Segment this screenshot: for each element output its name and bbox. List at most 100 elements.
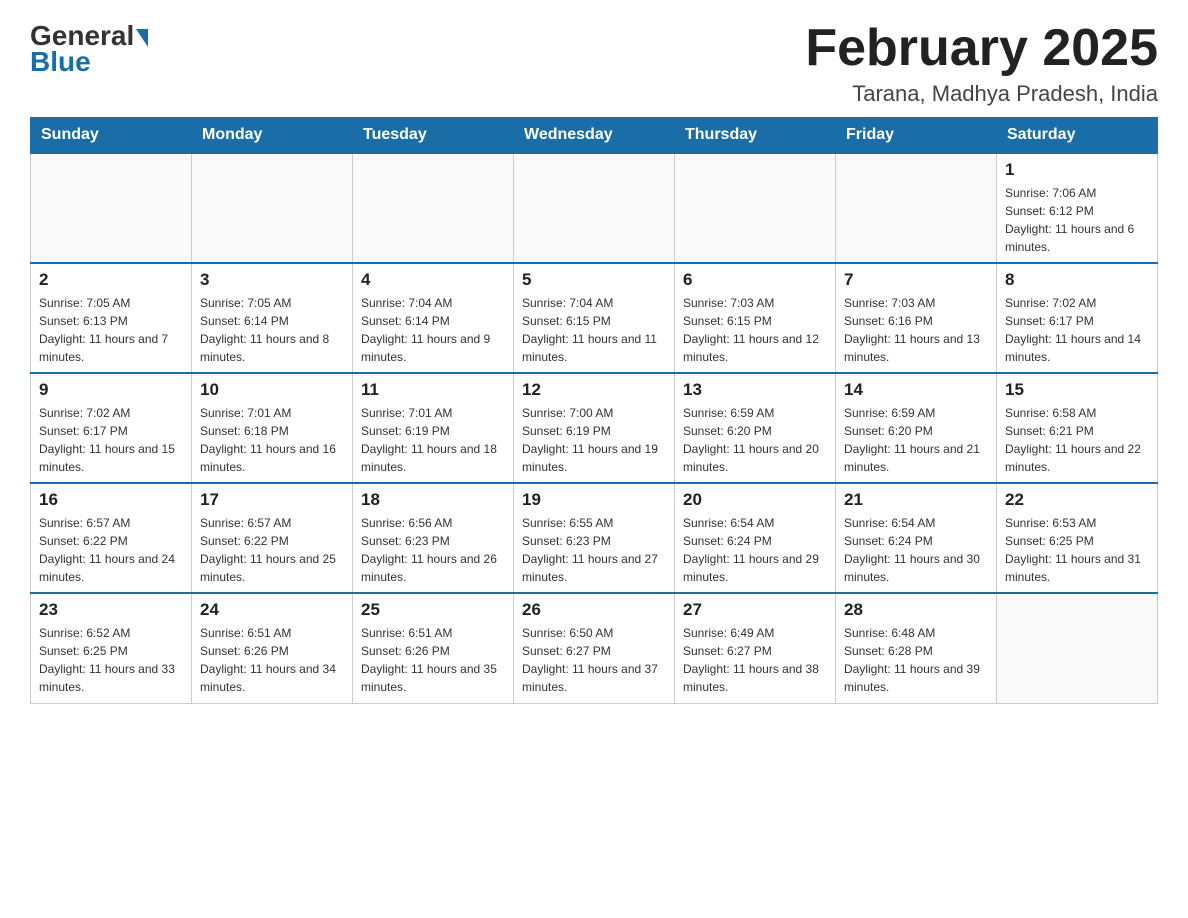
day-info: Sunrise: 6:48 AMSunset: 6:28 PMDaylight:… <box>844 624 988 696</box>
day-number: 15 <box>1005 380 1149 400</box>
day-info: Sunrise: 7:02 AMSunset: 6:17 PMDaylight:… <box>39 404 183 476</box>
calendar-cell: 25 Sunrise: 6:51 AMSunset: 6:26 PMDayligh… <box>353 593 514 703</box>
calendar-cell: 6 Sunrise: 7:03 AMSunset: 6:15 PMDaylight… <box>675 263 836 373</box>
day-number: 18 <box>361 490 505 510</box>
calendar-day-header: Wednesday <box>514 118 675 154</box>
day-number: 19 <box>522 490 666 510</box>
calendar-cell: 12 Sunrise: 7:00 AMSunset: 6:19 PMDayligh… <box>514 373 675 483</box>
calendar-week-row: 9 Sunrise: 7:02 AMSunset: 6:17 PMDaylight… <box>31 373 1158 483</box>
day-info: Sunrise: 6:57 AMSunset: 6:22 PMDaylight:… <box>200 514 344 586</box>
day-number: 13 <box>683 380 827 400</box>
day-number: 16 <box>39 490 183 510</box>
day-number: 25 <box>361 600 505 620</box>
day-info: Sunrise: 6:59 AMSunset: 6:20 PMDaylight:… <box>683 404 827 476</box>
day-info: Sunrise: 7:03 AMSunset: 6:16 PMDaylight:… <box>844 294 988 366</box>
calendar-cell: 28 Sunrise: 6:48 AMSunset: 6:28 PMDayligh… <box>836 593 997 703</box>
calendar-cell: 4 Sunrise: 7:04 AMSunset: 6:14 PMDaylight… <box>353 263 514 373</box>
calendar-cell: 21 Sunrise: 6:54 AMSunset: 6:24 PMDayligh… <box>836 483 997 593</box>
calendar-cell: 17 Sunrise: 6:57 AMSunset: 6:22 PMDayligh… <box>192 483 353 593</box>
day-number: 22 <box>1005 490 1149 510</box>
day-info: Sunrise: 6:52 AMSunset: 6:25 PMDaylight:… <box>39 624 183 696</box>
calendar-day-header: Thursday <box>675 118 836 154</box>
day-number: 8 <box>1005 270 1149 290</box>
day-info: Sunrise: 7:01 AMSunset: 6:18 PMDaylight:… <box>200 404 344 476</box>
calendar-week-row: 16 Sunrise: 6:57 AMSunset: 6:22 PMDayligh… <box>31 483 1158 593</box>
day-info: Sunrise: 6:51 AMSunset: 6:26 PMDaylight:… <box>200 624 344 696</box>
calendar-header-row: SundayMondayTuesdayWednesdayThursdayFrid… <box>31 118 1158 154</box>
day-number: 7 <box>844 270 988 290</box>
day-number: 26 <box>522 600 666 620</box>
day-number: 11 <box>361 380 505 400</box>
calendar-cell: 13 Sunrise: 6:59 AMSunset: 6:20 PMDayligh… <box>675 373 836 483</box>
day-info: Sunrise: 6:56 AMSunset: 6:23 PMDaylight:… <box>361 514 505 586</box>
calendar-cell: 20Sunrise: 6:54 AMSunset: 6:24 PMDayligh… <box>675 483 836 593</box>
calendar-cell: 1Sunrise: 7:06 AMSunset: 6:12 PMDaylight… <box>997 153 1158 263</box>
calendar-day-header: Sunday <box>31 118 192 154</box>
calendar-cell: 11 Sunrise: 7:01 AMSunset: 6:19 PMDayligh… <box>353 373 514 483</box>
calendar-cell: 5 Sunrise: 7:04 AMSunset: 6:15 PMDaylight… <box>514 263 675 373</box>
day-info: Sunrise: 6:57 AMSunset: 6:22 PMDaylight:… <box>39 514 183 586</box>
calendar-day-header: Tuesday <box>353 118 514 154</box>
day-number: 12 <box>522 380 666 400</box>
calendar-week-row: 1Sunrise: 7:06 AMSunset: 6:12 PMDaylight… <box>31 153 1158 263</box>
calendar-cell <box>675 153 836 263</box>
day-number: 3 <box>200 270 344 290</box>
day-info: Sunrise: 7:05 AMSunset: 6:13 PMDaylight:… <box>39 294 183 366</box>
day-number: 20 <box>683 490 827 510</box>
calendar-cell: 9 Sunrise: 7:02 AMSunset: 6:17 PMDaylight… <box>31 373 192 483</box>
day-info: Sunrise: 6:49 AMSunset: 6:27 PMDaylight:… <box>683 624 827 696</box>
calendar-day-header: Monday <box>192 118 353 154</box>
day-number: 23 <box>39 600 183 620</box>
logo-arrow-icon <box>136 29 148 47</box>
calendar-cell: 16 Sunrise: 6:57 AMSunset: 6:22 PMDayligh… <box>31 483 192 593</box>
day-info: Sunrise: 6:58 AMSunset: 6:21 PMDaylight:… <box>1005 404 1149 476</box>
calendar-cell <box>997 593 1158 703</box>
day-number: 5 <box>522 270 666 290</box>
calendar-cell: 15 Sunrise: 6:58 AMSunset: 6:21 PMDayligh… <box>997 373 1158 483</box>
day-info: Sunrise: 7:03 AMSunset: 6:15 PMDaylight:… <box>683 294 827 366</box>
calendar-cell: 18 Sunrise: 6:56 AMSunset: 6:23 PMDayligh… <box>353 483 514 593</box>
day-info: Sunrise: 6:50 AMSunset: 6:27 PMDaylight:… <box>522 624 666 696</box>
calendar-cell <box>836 153 997 263</box>
calendar-day-header: Friday <box>836 118 997 154</box>
calendar-week-row: 2 Sunrise: 7:05 AMSunset: 6:13 PMDaylight… <box>31 263 1158 373</box>
day-number: 24 <box>200 600 344 620</box>
title-area: February 2025 Tarana, Madhya Pradesh, In… <box>805 20 1158 107</box>
day-number: 14 <box>844 380 988 400</box>
day-number: 4 <box>361 270 505 290</box>
calendar-cell: 24 Sunrise: 6:51 AMSunset: 6:26 PMDayligh… <box>192 593 353 703</box>
calendar-cell: 7 Sunrise: 7:03 AMSunset: 6:16 PMDaylight… <box>836 263 997 373</box>
logo-blue-text: Blue <box>30 46 91 78</box>
location-subtitle: Tarana, Madhya Pradesh, India <box>805 81 1158 107</box>
day-info: Sunrise: 6:54 AMSunset: 6:24 PMDaylight:… <box>844 514 988 586</box>
day-number: 28 <box>844 600 988 620</box>
day-number: 9 <box>39 380 183 400</box>
calendar-week-row: 23 Sunrise: 6:52 AMSunset: 6:25 PMDayligh… <box>31 593 1158 703</box>
calendar-cell: 22Sunrise: 6:53 AMSunset: 6:25 PMDayligh… <box>997 483 1158 593</box>
calendar-cell: 27Sunrise: 6:49 AMSunset: 6:27 PMDayligh… <box>675 593 836 703</box>
day-info: Sunrise: 6:51 AMSunset: 6:26 PMDaylight:… <box>361 624 505 696</box>
day-number: 21 <box>844 490 988 510</box>
calendar-cell <box>514 153 675 263</box>
day-info: Sunrise: 7:04 AMSunset: 6:14 PMDaylight:… <box>361 294 505 366</box>
calendar-cell <box>353 153 514 263</box>
calendar-title: February 2025 <box>805 20 1158 77</box>
calendar-day-header: Saturday <box>997 118 1158 154</box>
day-info: Sunrise: 6:55 AMSunset: 6:23 PMDaylight:… <box>522 514 666 586</box>
day-info: Sunrise: 7:01 AMSunset: 6:19 PMDaylight:… <box>361 404 505 476</box>
day-number: 6 <box>683 270 827 290</box>
calendar-table: SundayMondayTuesdayWednesdayThursdayFrid… <box>30 117 1158 704</box>
day-info: Sunrise: 7:06 AMSunset: 6:12 PMDaylight:… <box>1005 184 1149 256</box>
page-header: General Blue February 2025 Tarana, Madhy… <box>30 20 1158 107</box>
calendar-cell: 26 Sunrise: 6:50 AMSunset: 6:27 PMDayligh… <box>514 593 675 703</box>
day-number: 10 <box>200 380 344 400</box>
day-info: Sunrise: 7:00 AMSunset: 6:19 PMDaylight:… <box>522 404 666 476</box>
day-number: 17 <box>200 490 344 510</box>
logo: General Blue <box>30 20 148 78</box>
calendar-cell <box>31 153 192 263</box>
calendar-cell: 23 Sunrise: 6:52 AMSunset: 6:25 PMDayligh… <box>31 593 192 703</box>
calendar-cell: 14Sunrise: 6:59 AMSunset: 6:20 PMDayligh… <box>836 373 997 483</box>
calendar-cell: 3Sunrise: 7:05 AMSunset: 6:14 PMDaylight… <box>192 263 353 373</box>
day-info: Sunrise: 7:04 AMSunset: 6:15 PMDaylight:… <box>522 294 666 366</box>
day-number: 2 <box>39 270 183 290</box>
